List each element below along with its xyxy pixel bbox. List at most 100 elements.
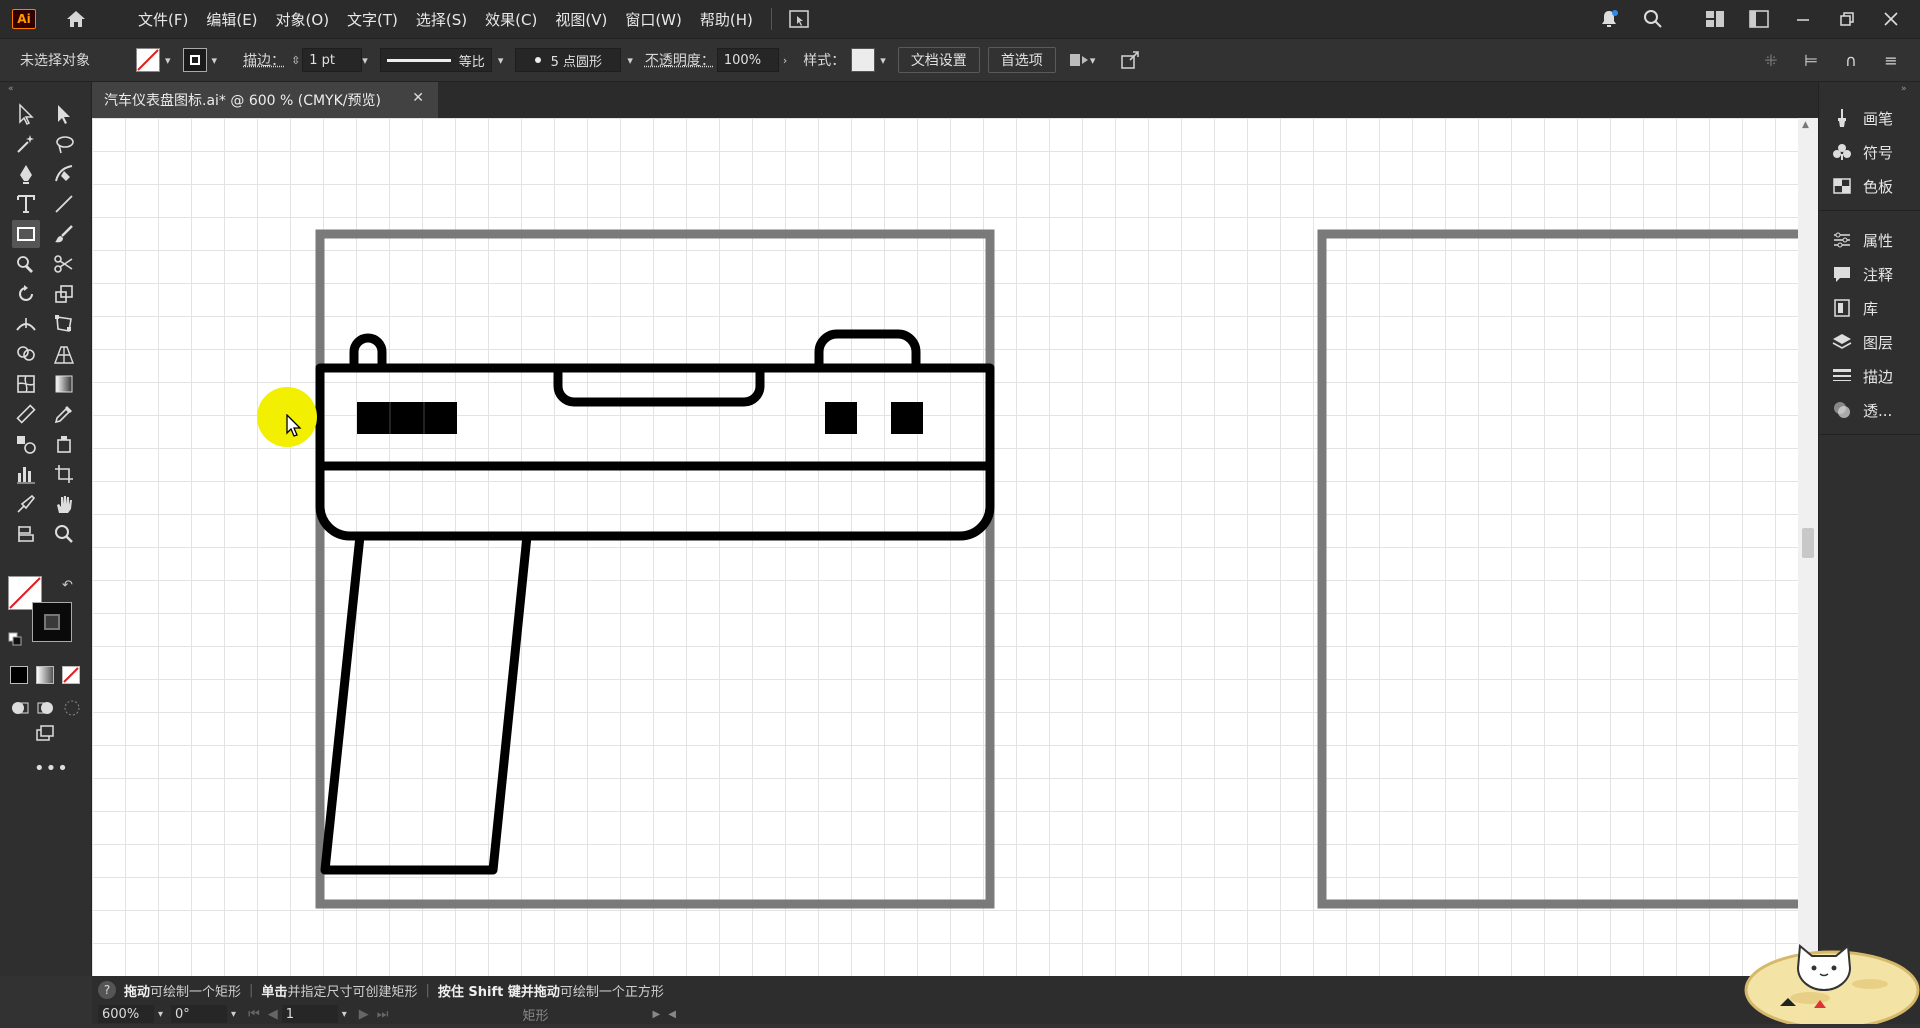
restore-icon[interactable] (1836, 8, 1858, 30)
zoom-dropdown-icon[interactable]: ▾ (158, 1009, 163, 1020)
opacity-input[interactable]: 100% (716, 48, 779, 72)
zoom-level-input[interactable]: 600% (98, 1005, 154, 1023)
gpu-preview-icon[interactable] (788, 8, 810, 30)
menu-edit[interactable]: 编辑(E) (206, 9, 257, 30)
opacity-label[interactable]: 不透明度： (645, 50, 715, 70)
brush-dropdown-icon[interactable]: ▾ (627, 54, 633, 67)
next-artboard-icon[interactable]: ▶ (359, 1007, 369, 1022)
gradient-mode-button[interactable] (36, 666, 54, 684)
type-tool-icon[interactable] (12, 190, 40, 218)
width-tool-icon[interactable] (12, 310, 40, 338)
draw-inside-icon[interactable] (58, 694, 86, 722)
selection-tool-icon[interactable] (12, 100, 40, 128)
shaper-tool-icon[interactable] (12, 250, 40, 278)
symbol-sprayer-tool-icon[interactable] (50, 430, 78, 458)
menu-file[interactable]: 文件(F) (138, 9, 188, 30)
panel-transparency[interactable]: 透... (1831, 396, 1892, 424)
help-icon[interactable]: ? (98, 981, 116, 999)
panel-layers[interactable]: 图层 (1831, 328, 1893, 356)
direct-selection-tool-icon[interactable] (50, 100, 78, 128)
pen-tool-icon[interactable] (12, 160, 40, 188)
slice-tool-icon[interactable] (12, 490, 40, 518)
fill-swatch[interactable] (136, 48, 160, 72)
align-to-icon[interactable] (1068, 49, 1090, 71)
scale-tool-icon[interactable] (50, 280, 78, 308)
scrollbar-thumb[interactable] (1802, 528, 1814, 558)
close-window-icon[interactable] (1880, 8, 1902, 30)
panel-swatches[interactable]: 色板 (1831, 172, 1893, 200)
workspace-switcher-icon[interactable] (1748, 8, 1770, 30)
graphic-style-swatch[interactable] (851, 48, 876, 72)
free-transform-tool-icon[interactable] (50, 310, 78, 338)
prev-artboard-icon[interactable]: ◀ (268, 1007, 278, 1022)
stroke-swatch[interactable] (182, 48, 207, 72)
mesh-tool-icon[interactable] (12, 370, 40, 398)
print-tiling-tool-icon[interactable] (12, 520, 40, 548)
artboard-canvas[interactable] (92, 118, 1798, 976)
stroke-profile-dropdown-icon[interactable]: ▾ (498, 54, 504, 67)
artboard-tool-icon[interactable] (50, 460, 78, 488)
rectangle-tool-icon[interactable] (12, 220, 40, 248)
edit-toolbar-icon[interactable]: ••• (34, 758, 69, 779)
menu-type[interactable]: 文字(T) (347, 9, 398, 30)
anchor-icon[interactable]: ⊨ (1800, 49, 1822, 71)
panel-brushes[interactable]: 画笔 (1831, 104, 1893, 132)
blend-tool-icon[interactable] (12, 430, 40, 458)
menu-help[interactable]: 帮助(H) (700, 9, 753, 30)
panel-libraries[interactable]: 库 (1831, 294, 1878, 322)
transform-icon[interactable]: ⁜ (1760, 49, 1782, 71)
menu-window[interactable]: 窗口(W) (625, 9, 682, 30)
artboard-number-input[interactable]: 1 (281, 1005, 338, 1023)
scissors-tool-icon[interactable] (50, 250, 78, 278)
fill-dropdown-icon[interactable]: ▾ (165, 54, 171, 67)
lasso-tool-icon[interactable] (50, 130, 78, 158)
perspective-grid-tool-icon[interactable] (50, 340, 78, 368)
panel-menu-icon[interactable]: ≡ (1880, 49, 1902, 71)
document-tab[interactable]: 汽车仪表盘图标.ai* @ 600 % (CMYK/预览) ✕ (92, 82, 438, 118)
first-artboard-icon[interactable]: ⏮ (248, 1007, 260, 1022)
rotation-input[interactable]: 0° (171, 1005, 228, 1023)
menu-select[interactable]: 选择(S) (416, 9, 467, 30)
brush-select[interactable]: 5 点圆形 (515, 48, 622, 72)
eyedropper-tool-icon[interactable] (50, 400, 78, 428)
none-mode-button[interactable] (62, 666, 80, 684)
menu-effect[interactable]: 效果(C) (485, 9, 537, 30)
stroke-profile-select[interactable]: 等比 (379, 48, 492, 72)
stroke-color-box[interactable] (32, 602, 72, 642)
align-dropdown-icon[interactable]: ▾ (1090, 54, 1096, 67)
screen-mode-icon[interactable] (31, 720, 59, 748)
rotation-dropdown-icon[interactable]: ▾ (231, 1009, 236, 1020)
default-fill-stroke-icon[interactable] (8, 632, 22, 646)
gradient-tool-icon[interactable] (50, 370, 78, 398)
swap-fill-stroke-icon[interactable]: ↶ (62, 578, 73, 593)
shape-builder-tool-icon[interactable] (12, 340, 40, 368)
preferences-button[interactable]: 首选项 (987, 47, 1056, 73)
search-icon[interactable] (1642, 8, 1664, 30)
notification-bell-icon[interactable] (1598, 8, 1620, 30)
magic-wand-tool-icon[interactable] (12, 130, 40, 158)
menu-view[interactable]: 视图(V) (555, 9, 607, 30)
close-tab-icon[interactable]: ✕ (412, 90, 424, 106)
draw-behind-icon[interactable] (32, 694, 60, 722)
artboard-dropdown-icon[interactable]: ▾ (342, 1009, 347, 1020)
tool-name-expand-icon[interactable]: ▶ (653, 1009, 661, 1020)
hand-tool-icon[interactable] (50, 490, 78, 518)
arrange-documents-icon[interactable] (1704, 8, 1726, 30)
export-icon[interactable] (1119, 49, 1141, 71)
home-icon[interactable] (64, 7, 88, 31)
column-graph-tool-icon[interactable] (12, 460, 40, 488)
measure-tool-icon[interactable] (12, 400, 40, 428)
zoom-tool-icon[interactable] (50, 520, 78, 548)
panel-symbols[interactable]: 符号 (1831, 138, 1893, 166)
scroll-up-icon[interactable]: ▲ (1802, 120, 1809, 130)
expand-panels-icon[interactable]: » (1901, 84, 1907, 94)
panel-comments[interactable]: 注释 (1831, 260, 1893, 288)
line-segment-tool-icon[interactable] (50, 190, 78, 218)
stroke-dropdown-icon[interactable]: ▾ (212, 54, 218, 67)
color-mode-button[interactable] (10, 666, 28, 684)
horizontal-scroll-left-icon[interactable]: ◀ (668, 1009, 676, 1020)
stroke-weight-input[interactable]: 1 pt (302, 48, 363, 72)
style-dropdown-icon[interactable]: ▾ (880, 54, 886, 67)
panel-stroke[interactable]: 描边 (1831, 362, 1893, 390)
last-artboard-icon[interactable]: ⏭ (377, 1007, 389, 1022)
